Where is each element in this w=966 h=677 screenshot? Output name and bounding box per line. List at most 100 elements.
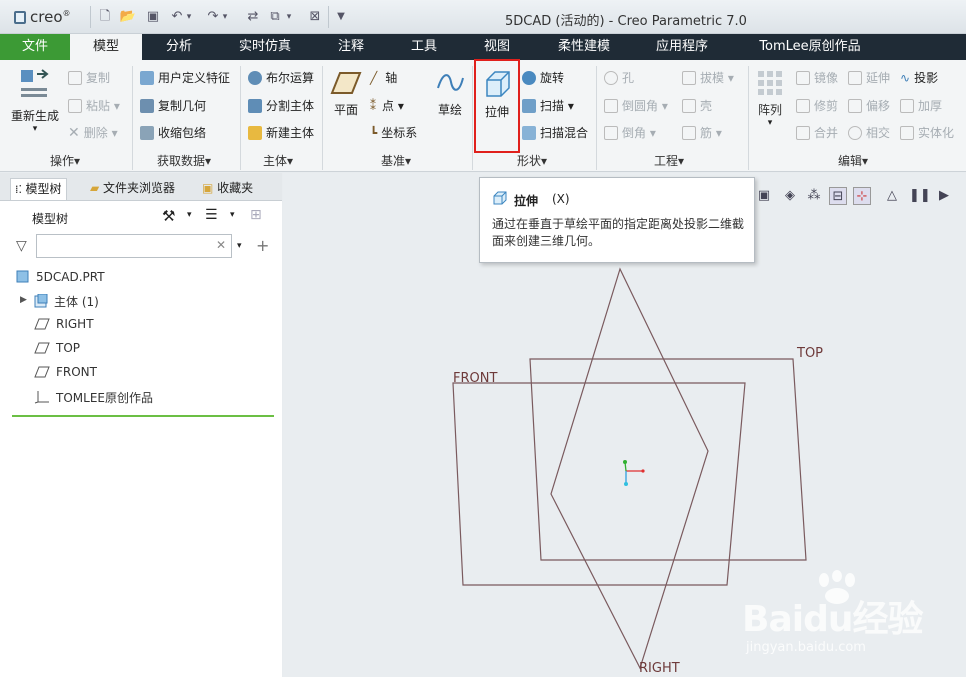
sweep-button[interactable]: 扫描 ▾ [522,97,574,114]
tree-item-front[interactable]: FRONT [34,365,97,379]
round-button[interactable]: 倒圆角 ▾ [604,97,668,114]
tree-filter-icon[interactable]: ⊞ [250,207,262,223]
regenerate-icon[interactable]: ⇄ [244,8,262,26]
group-label-operations[interactable]: 操作▾ [50,152,80,169]
clear-icon[interactable]: ✕ [216,238,226,252]
trim-button[interactable]: 修剪 [796,97,838,114]
tab-favorites[interactable]: ▣ 收藏夹 [198,178,257,200]
redo-dropdown-icon[interactable]: ▾ [220,8,230,26]
copy-geometry-button[interactable]: 复制几何 [140,97,206,114]
offset-button[interactable]: 偏移 [848,97,890,114]
save-icon[interactable]: ▣ [144,8,162,26]
group-label-shapes[interactable]: 形状▾ [517,152,547,169]
tree-item-right[interactable]: RIGHT [34,317,94,331]
tab-live-simulation[interactable]: 实时仿真 [216,34,314,60]
tree-item-top[interactable]: TOP [34,341,80,355]
group-label-get-data[interactable]: 获取数据▾ [157,152,211,169]
pattern-dropdown-icon[interactable]: ▾ [752,118,788,128]
settings-icon[interactable]: ⚒ [162,207,175,225]
open-folder-icon[interactable]: 📂 [119,8,137,26]
undo-dropdown-icon[interactable]: ▾ [184,8,194,26]
hole-button[interactable]: 孔 [604,69,634,86]
regenerate-button[interactable]: 重新生成 ▾ [6,66,64,134]
tab-model[interactable]: 模型 [70,34,142,60]
front-plane[interactable] [452,382,746,586]
regenerate-dropdown-icon[interactable]: ▾ [6,124,64,134]
draft-button[interactable]: 拔模 ▾ [682,69,734,86]
baidu-watermark: Baidu经验 jingyan.baidu.com [740,570,960,670]
intersect-button[interactable]: 相交 [848,124,890,141]
top-plane[interactable] [529,358,807,561]
new-file-icon[interactable]: 🗋 [96,8,114,26]
model-tree-search-input[interactable] [36,234,232,258]
regenerate-icon [21,69,49,97]
customize-toolbar-icon[interactable]: ▼ [332,8,350,26]
merge-button[interactable]: 合并 [796,124,838,141]
front-plane-label: FRONT [453,371,498,386]
thicken-icon [900,99,914,113]
search-dropdown-icon[interactable]: ▾ [237,241,242,251]
swept-blend-icon [522,126,536,140]
thicken-button[interactable]: 加厚 [900,97,942,114]
group-label-datum[interactable]: 基准▾ [381,152,411,169]
windows-icon[interactable]: ⧉ [266,8,284,26]
pattern-button[interactable]: 阵列 ▾ [752,68,788,128]
point-button[interactable]: ⁑ 点 ▾ [370,97,404,114]
paste-button[interactable]: 粘贴 ▾ [68,97,120,114]
plane-button[interactable]: 平面 [328,68,364,118]
tab-applications[interactable]: 应用程序 [634,34,730,60]
tab-model-tree[interactable]: ⁞⁚ 模型树 [10,178,67,200]
shell-button[interactable]: 壳 [682,97,712,114]
csys-button[interactable]: ┗ 坐标系 [370,124,417,141]
tab-tools[interactable]: 工具 [388,34,460,60]
solidify-button[interactable]: 实体化 [900,124,954,141]
split-body-button[interactable]: 分割主体 [248,97,314,114]
udf-button[interactable]: 用户定义特征 [140,69,230,86]
revolve-button[interactable]: 旋转 [522,69,564,86]
rib-button[interactable]: 筋 ▾ [682,124,722,141]
tree-item-part[interactable]: 5DCAD.PRT [16,269,105,284]
round-icon [604,99,618,113]
tab-view[interactable]: 视图 [460,34,534,60]
tree-item-csys[interactable]: TOMLEE原创作品 [34,389,153,406]
windows-dropdown-icon[interactable]: ▾ [284,8,294,26]
show-icon[interactable]: ☰ [205,207,218,223]
sketch-button[interactable]: 草绘 [430,68,470,118]
group-divider [472,66,473,170]
delete-button[interactable]: ✕ 删除 ▾ [68,124,118,141]
mirror-button[interactable]: 镜像 [796,69,838,86]
group-label-editing[interactable]: 编辑▾ [838,152,868,169]
toolbar-divider [90,6,91,28]
swept-blend-button[interactable]: 扫描混合 [522,124,588,141]
tab-flexible-modeling[interactable]: 柔性建模 [534,34,634,60]
copy-button[interactable]: 复制 [68,69,110,86]
tab-annotate[interactable]: 注释 [314,34,388,60]
group-label-engineering[interactable]: 工程▾ [654,152,684,169]
extend-button[interactable]: 延伸 [848,69,890,86]
insert-indicator[interactable] [12,415,274,417]
tab-analysis[interactable]: 分析 [142,34,216,60]
group-divider [322,66,323,170]
tree-item-body[interactable]: 主体 (1) [34,293,99,310]
settings-dropdown-icon[interactable]: ▾ [187,210,192,220]
project-button[interactable]: ∿ 投影 [900,69,938,86]
right-plane[interactable] [550,267,709,670]
pattern-icon [758,71,782,95]
shrinkwrap-button[interactable]: 收缩包络 [140,124,206,141]
new-body-icon [248,126,262,140]
csys-icon [34,391,49,404]
group-label-body[interactable]: 主体▾ [263,152,293,169]
chamfer-button[interactable]: 倒角 ▾ [604,124,656,141]
offset-icon [848,99,862,113]
new-body-button[interactable]: 新建主体 [248,124,314,141]
tab-tomlee[interactable]: TomLee原创作品 [730,34,890,60]
close-window-icon[interactable]: ⊠ [306,8,324,26]
boolean-icon [248,71,262,85]
add-icon[interactable]: + [256,236,269,255]
boolean-button[interactable]: 布尔运算 [248,69,314,86]
expand-arrow-icon[interactable]: ▶ [20,295,27,305]
axis-button[interactable]: ╱ 轴 [370,69,397,86]
show-dropdown-icon[interactable]: ▾ [230,210,235,220]
tab-file[interactable]: 文件 [0,34,70,60]
tab-folder-browser[interactable]: ▰ 文件夹浏览器 [86,178,179,200]
